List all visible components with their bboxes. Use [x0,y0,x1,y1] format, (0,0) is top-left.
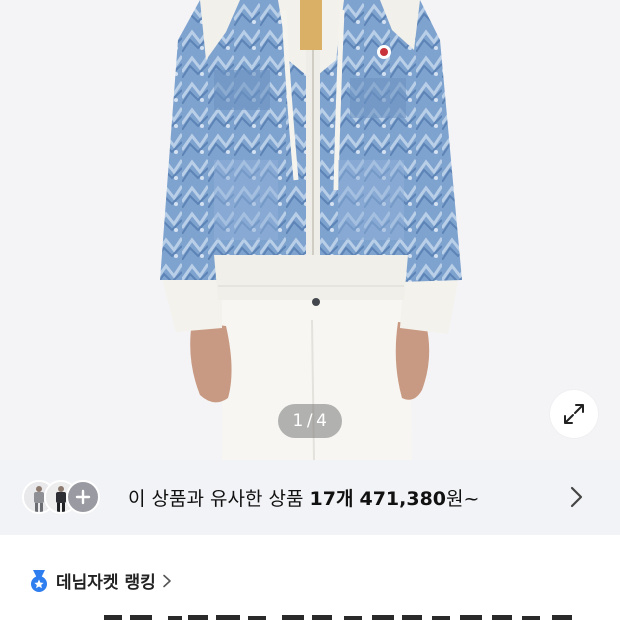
pager-current: 1 [292,411,304,431]
pager-total: 4 [316,411,328,431]
similar-products-thumbnails [22,479,106,516]
similar-products-bar[interactable]: 이 상품과 유사한 상품 17개 471,380원~ [0,460,620,535]
expand-arrows-icon [564,404,584,424]
cut-text-fragments [104,615,572,620]
ranking-chevron-right-icon [162,574,171,587]
similar-products-price: 471,380 [359,488,447,510]
similar-products-prefix: 이 상품과 유사한 상품 [128,488,304,510]
ranking-label: 데님자켓 랭킹 [56,573,156,593]
pager-separator: / [306,411,314,431]
similar-products-price-suffix: 원~ [446,488,480,510]
medal-icon [31,569,47,592]
image-pager: 1 / 4 [278,404,342,438]
denim-jacket-ranking-link[interactable]: 데님자켓 랭킹 [28,568,172,593]
product-image-gallery[interactable]: 1 / 4 [0,0,620,460]
similar-products-count: 17개 [309,488,354,510]
expand-image-button[interactable] [550,390,598,438]
product-photo [0,0,620,460]
more-thumbnails-button [66,479,100,514]
plus-icon [75,489,91,504]
chevron-right-icon[interactable] [566,486,586,508]
product-title-cutoff [0,606,620,620]
similar-products-summary: 이 상품과 유사한 상품 17개 471,380원~ [128,484,479,511]
